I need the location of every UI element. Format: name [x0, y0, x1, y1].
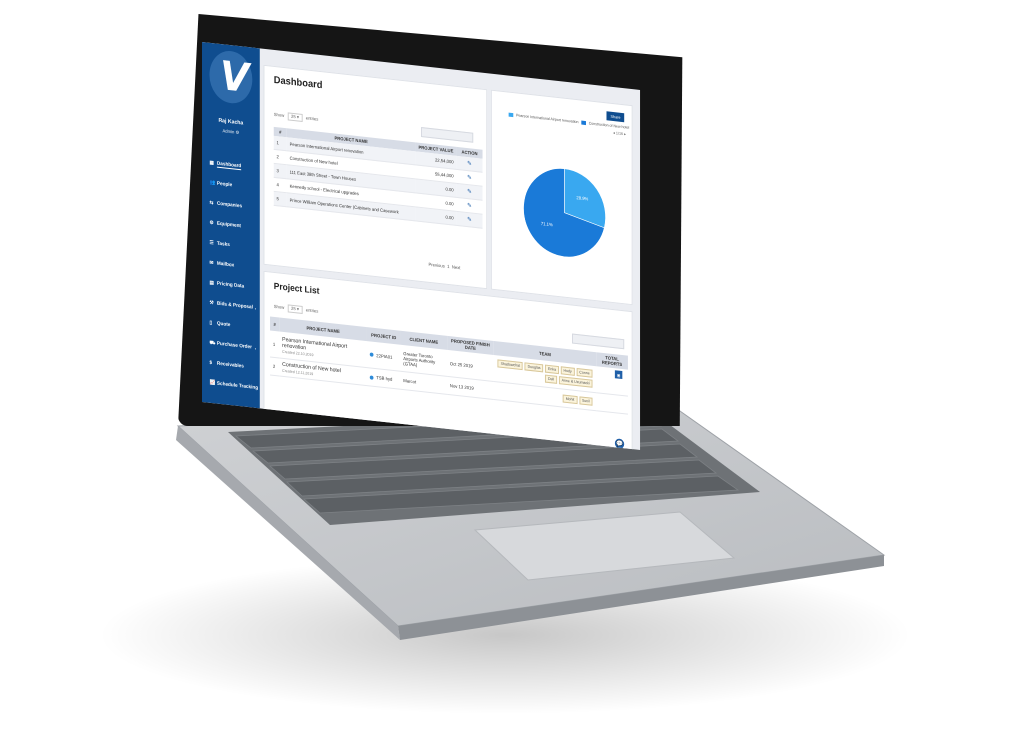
chevron-left-icon: ◂	[612, 130, 615, 136]
legend-item[interactable]: Construction of New hotel	[589, 121, 630, 129]
legend-swatch	[508, 112, 514, 118]
search-input[interactable]	[572, 333, 625, 350]
list-icon: ☰	[209, 239, 214, 247]
team-member[interactable]: Sunil	[579, 395, 593, 406]
dollar-icon: $	[209, 359, 213, 367]
people-icon: 👥	[209, 179, 216, 187]
chart-icon: 📈	[209, 379, 216, 387]
legend-swatch	[581, 120, 586, 126]
pager-next[interactable]: Next	[452, 264, 461, 270]
pie-chart: 71.1%28.9%	[523, 168, 606, 258]
legend-pager[interactable]: ◂ 1/16 ▸	[613, 130, 626, 136]
app-screen: V Raj Kacha Admin ⚙ ▦ Dashboard 👥 People ⇆…	[202, 42, 641, 450]
logo-v-icon: V	[220, 52, 242, 102]
team-member[interactable]: Enka	[545, 364, 559, 375]
search-input[interactable]	[421, 126, 474, 143]
settings-icon[interactable]: ⚙	[236, 130, 240, 135]
sidebar-nav: ▦ Dashboard 👥 People ⇆ Companies ⚙ Equipment…	[206, 152, 260, 398]
team-member[interactable]: Conne	[576, 368, 593, 378]
file-icon: ▯	[209, 319, 213, 327]
team-member[interactable]: Dell	[545, 374, 557, 384]
chevron-icon: ‹	[254, 345, 257, 351]
document-icon: ▤	[209, 279, 214, 287]
status-dot	[369, 375, 374, 380]
pie-chart-card: Share Pearson International Airport reno…	[490, 89, 633, 306]
chevron-icon: ‹	[254, 305, 257, 311]
project-name-link[interactable]: Pearson International Airport renovation	[282, 336, 347, 351]
grid-icon: ▦	[209, 159, 214, 167]
user-role-label: Admin	[222, 128, 235, 135]
edit-icon[interactable]: ✎	[456, 211, 483, 229]
sidebar: V Raj Kacha Admin ⚙ ▦ Dashboard 👥 People ⇆…	[202, 42, 260, 409]
pagination: Previous 1 Next	[428, 262, 460, 271]
gavel-icon: ⚒	[209, 299, 214, 307]
share-button[interactable]: Share	[606, 111, 625, 123]
brand-logo[interactable]: V	[209, 48, 253, 106]
user-role[interactable]: Admin ⚙	[202, 126, 260, 138]
laptop-mockup: V Raj Kacha Admin ⚙ ▦ Dashboard 👥 People ⇆…	[0, 0, 1024, 736]
team-member[interactable]: Hody	[560, 366, 575, 376]
team-member[interactable]: Shadowchat	[497, 359, 523, 371]
dashboard-card: Dashboard Show 25 ▾ entries # PROJECT NA…	[263, 64, 488, 290]
section-title: Project List	[273, 280, 320, 296]
pager-page[interactable]: 1	[447, 264, 449, 269]
dashboard-table: # PROJECT NAME PROJECT VALUE ACTION 1 Pe…	[273, 126, 483, 229]
handshake-icon: ⇆	[209, 199, 214, 207]
mail-icon: ✉	[209, 259, 214, 267]
col-num[interactable]: #	[270, 316, 280, 332]
legend-item[interactable]: Pearson International Airport renovation	[516, 113, 578, 124]
project-table: # PROJECT NAME PROJECT ID CLIENT NAME PR…	[270, 316, 628, 415]
cart-icon: ⛟	[209, 339, 216, 346]
entries-select[interactable]: 25 ▾	[287, 304, 303, 315]
chat-icon: 💬	[616, 440, 624, 448]
entries-select[interactable]: 25 ▾	[287, 112, 303, 123]
entries-control: Show 25 ▾ entries	[273, 111, 319, 123]
chevron-right-icon: ▸	[624, 131, 627, 137]
team-member[interactable]: Mohit	[562, 394, 578, 404]
team-member[interactable]: Anne & Uzumacki	[558, 376, 593, 388]
pager-previous[interactable]: Previous	[428, 262, 444, 269]
entries-control: Show 25 ▾ entries	[273, 303, 319, 315]
team-member[interactable]: Douglas	[524, 362, 544, 373]
reports-button[interactable]: ▣	[614, 370, 623, 380]
gear-icon: ⚙	[209, 219, 214, 227]
page-title: Dashboard	[273, 74, 323, 92]
status-dot	[369, 352, 374, 358]
